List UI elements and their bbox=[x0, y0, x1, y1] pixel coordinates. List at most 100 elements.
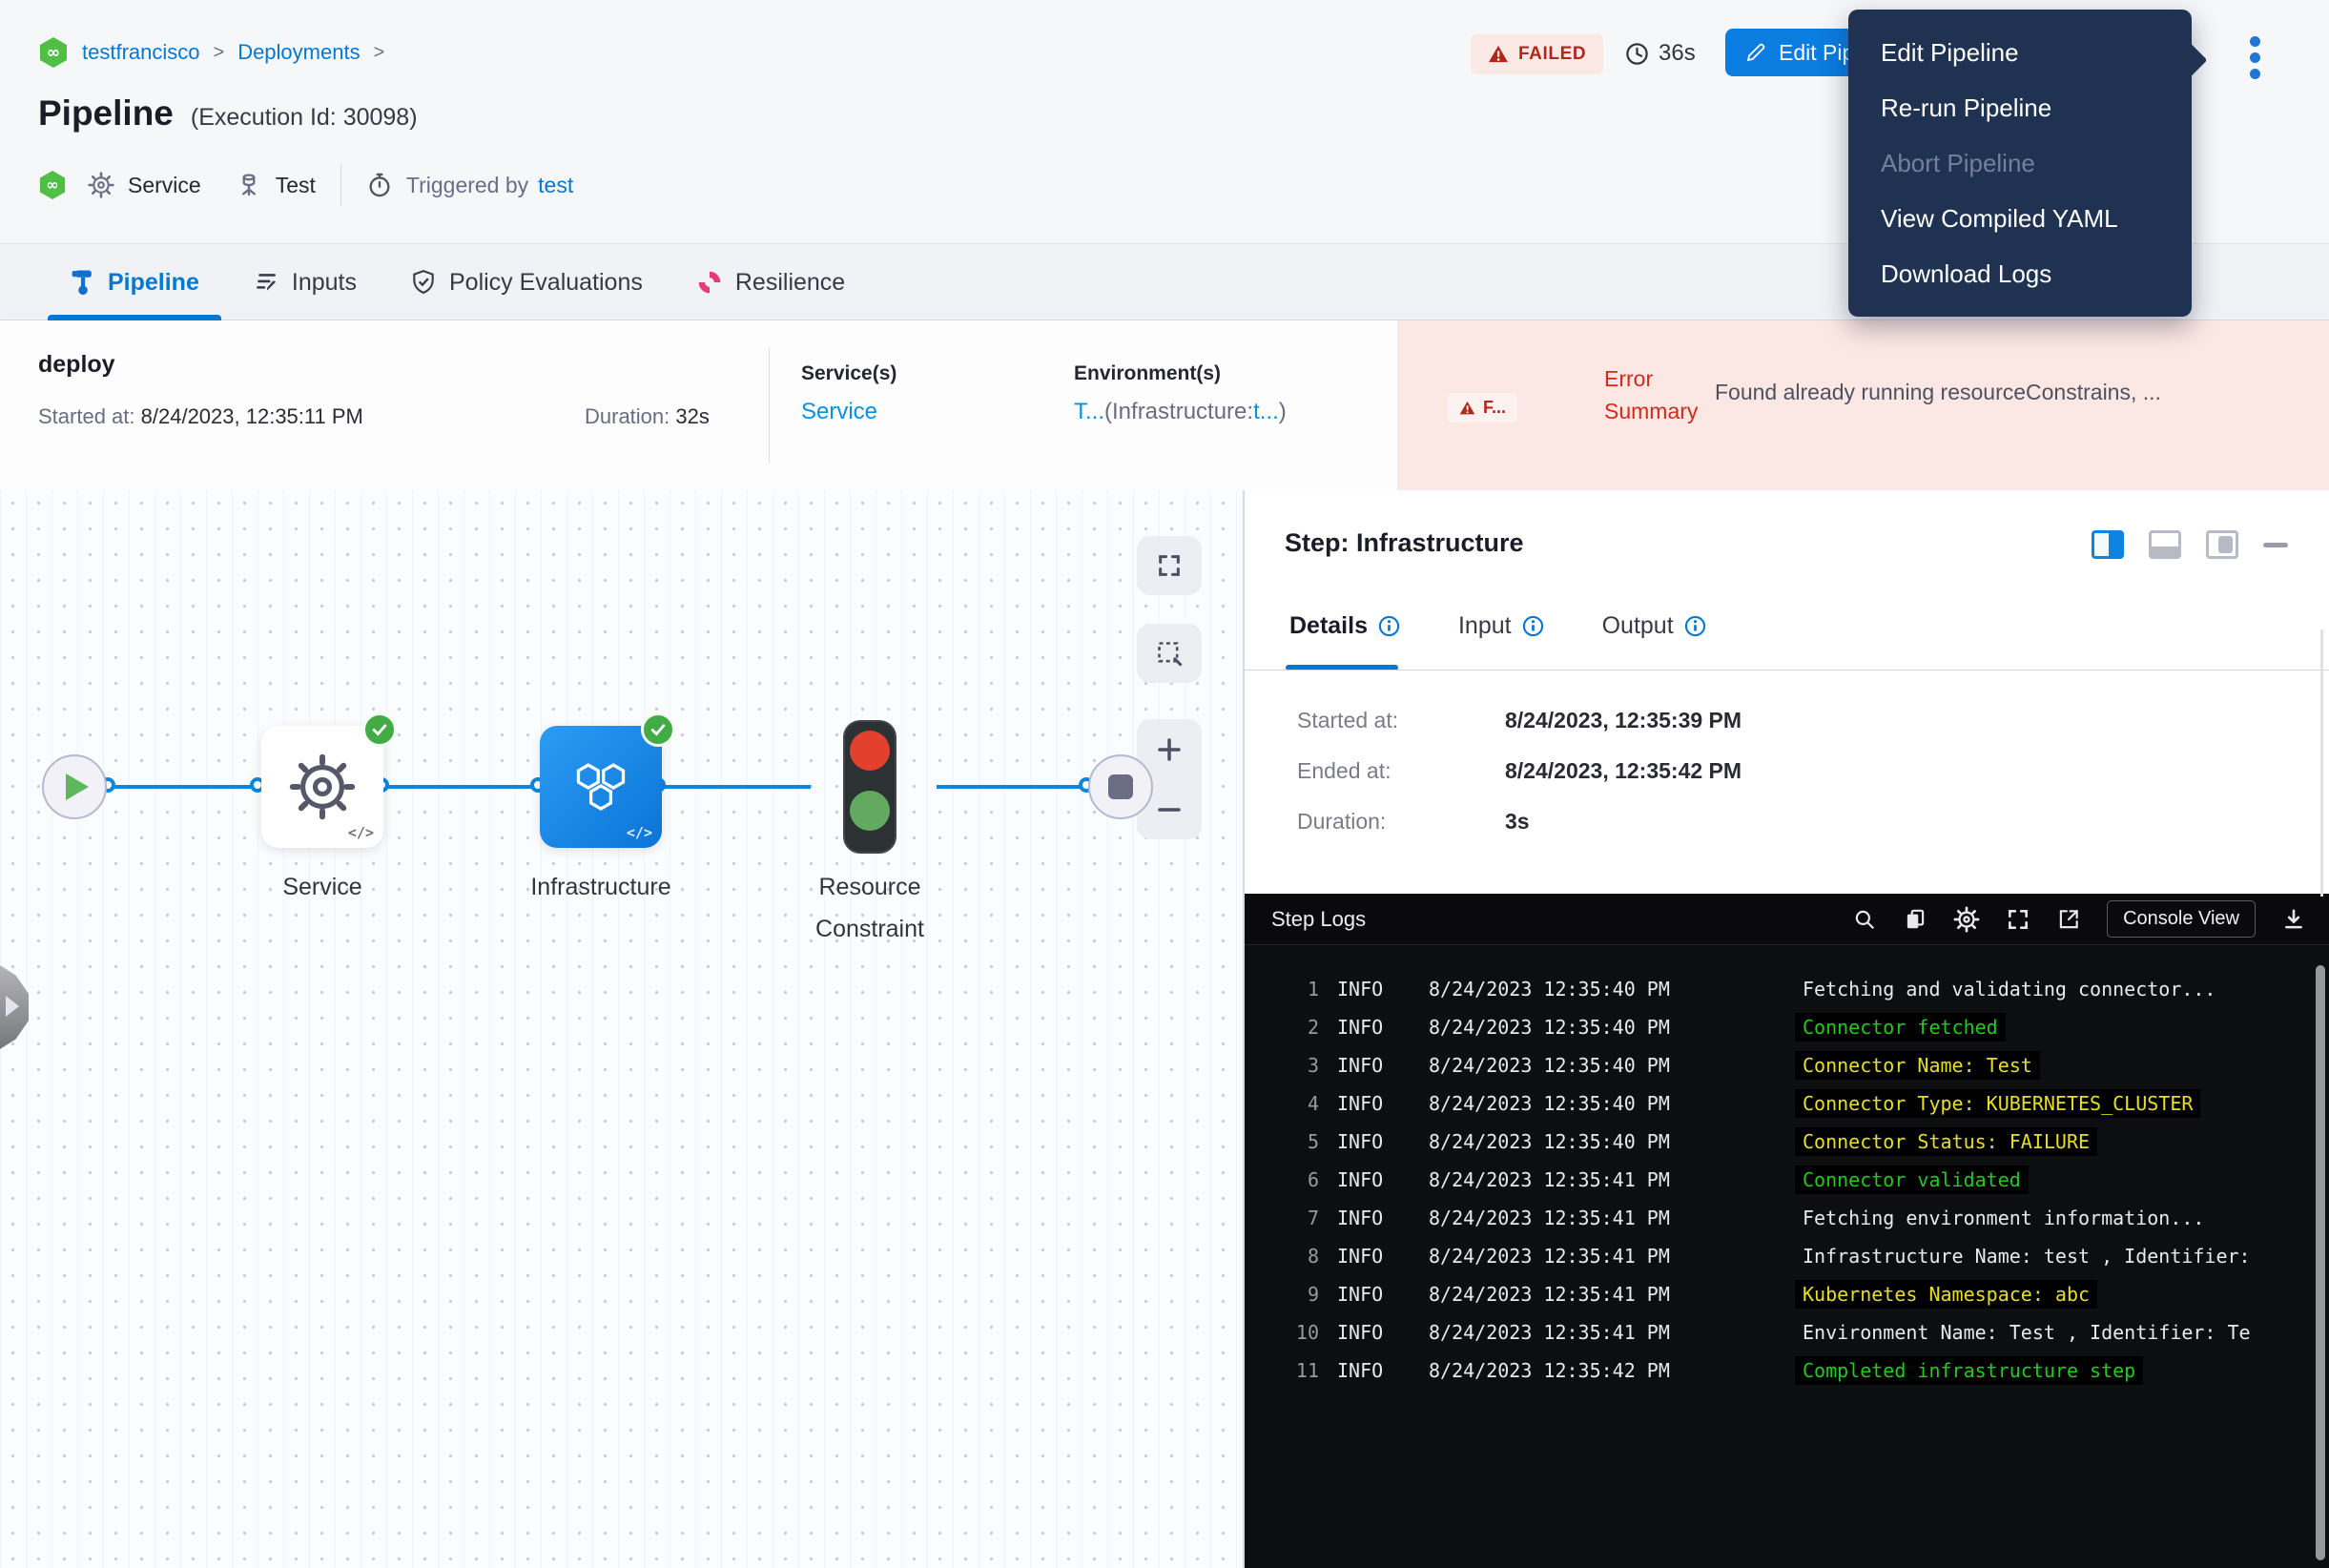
log-line: 7INFO8/24/2023 12:35:41 PMFetching envir… bbox=[1245, 1199, 2329, 1237]
elapsed-value: 36s bbox=[1659, 40, 1696, 67]
graph-edge bbox=[108, 785, 261, 789]
log-line: 11INFO8/24/2023 12:35:42 PMCompleted inf… bbox=[1245, 1351, 2329, 1390]
tab-label: Inputs bbox=[292, 269, 357, 297]
open-in-new-icon[interactable] bbox=[2056, 907, 2081, 932]
field-ended-at: Ended at:8/24/2023, 12:35:42 PM bbox=[1297, 758, 1742, 784]
log-line: 2INFO8/24/2023 12:35:40 PMConnector fetc… bbox=[1245, 1008, 2329, 1046]
hexagons-icon bbox=[567, 753, 634, 820]
triggered-by-user-link[interactable]: test bbox=[538, 173, 573, 198]
breadcrumb: ∞ testfrancisco > Deployments > bbox=[38, 36, 384, 69]
log-output[interactable]: 1INFO8/24/2023 12:35:40 PMFetching and v… bbox=[1245, 945, 2329, 1568]
svg-text:∞: ∞ bbox=[46, 175, 58, 194]
gear-icon[interactable] bbox=[1953, 906, 1980, 933]
tab-label: Pipeline bbox=[108, 269, 199, 297]
tab-input[interactable]: Input bbox=[1458, 612, 1545, 640]
kebab-menu-button[interactable] bbox=[2237, 31, 2272, 84]
log-line: 1INFO8/24/2023 12:35:40 PMFetching and v… bbox=[1245, 970, 2329, 1008]
step-details-panel: Step: Infrastructure Details Input Out bbox=[1245, 490, 2329, 1568]
step-detail-tabs: Details Input Output bbox=[1289, 612, 1707, 640]
clock-icon bbox=[1624, 41, 1650, 67]
minimize-panel-icon[interactable] bbox=[2263, 543, 2288, 547]
infrastructure-link[interactable]: t... bbox=[1253, 399, 1279, 424]
menu-item-download-logs[interactable]: Download Logs bbox=[1848, 246, 2192, 301]
success-check-badge bbox=[362, 712, 397, 747]
field-started-at: Started at:8/24/2023, 12:35:39 PM bbox=[1297, 708, 1742, 733]
harness-cd-icon: ∞ bbox=[38, 36, 69, 69]
pipeline-actions-menu: Edit Pipeline Re-run Pipeline Abort Pipe… bbox=[1848, 10, 2192, 317]
traffic-light-green bbox=[850, 791, 890, 831]
console-view-button[interactable]: Console View bbox=[2107, 900, 2256, 938]
pipeline-graph-canvas[interactable]: </> </> Service In bbox=[0, 490, 1245, 1568]
graph-edge bbox=[937, 785, 1089, 789]
node-resource-constraint[interactable] bbox=[843, 720, 897, 854]
node-label-resource-constraint: Resource Constraint bbox=[803, 866, 937, 950]
fullscreen-icon[interactable] bbox=[2006, 907, 2030, 932]
environment-link[interactable]: T... bbox=[1074, 399, 1104, 424]
panel-scrollbar-thumb[interactable] bbox=[2316, 965, 2325, 1560]
tab-label: Policy Evaluations bbox=[449, 269, 643, 297]
tab-resilience[interactable]: Resilience bbox=[696, 269, 845, 297]
pipeline-icon bbox=[70, 268, 95, 297]
info-icon[interactable] bbox=[1377, 614, 1401, 638]
services-column: Service(s) Service bbox=[801, 362, 897, 425]
environments-column: Environment(s) T...(Infrastructure:t...) bbox=[1074, 362, 1287, 425]
info-icon[interactable] bbox=[1683, 614, 1707, 638]
stage-failed-label: F... bbox=[1483, 398, 1506, 418]
info-icon[interactable] bbox=[1521, 614, 1545, 638]
download-icon[interactable] bbox=[2281, 907, 2306, 932]
stage-name: deploy bbox=[38, 351, 115, 379]
menu-item-edit-pipeline[interactable]: Edit Pipeline bbox=[1848, 25, 2192, 80]
environments-label: Environment(s) bbox=[1074, 362, 1287, 385]
pipeline-end-node[interactable] bbox=[1088, 754, 1153, 819]
detail-tabs-border bbox=[1245, 670, 2329, 671]
resilience-chaos-icon bbox=[696, 269, 723, 296]
gear-icon bbox=[88, 172, 114, 198]
tab-output[interactable]: Output bbox=[1602, 612, 1707, 640]
log-line: 10INFO8/24/2023 12:35:41 PMEnvironment N… bbox=[1245, 1313, 2329, 1351]
play-icon bbox=[66, 774, 89, 800]
stage-error-section bbox=[1397, 320, 2329, 490]
pipeline-start-node[interactable] bbox=[42, 754, 107, 819]
node-service[interactable]: </> bbox=[261, 726, 383, 848]
stopwatch-icon bbox=[366, 172, 393, 198]
pipeline-execution-screen: ∞ testfrancisco > Deployments > Pipeline… bbox=[0, 0, 2329, 1568]
step-logs-title: Step Logs bbox=[1271, 907, 1366, 932]
menu-item-abort-pipeline: Abort Pipeline bbox=[1848, 135, 2192, 191]
canvas-fullscreen-button[interactable] bbox=[1137, 536, 1202, 595]
layout-bottom-icon[interactable] bbox=[2149, 530, 2181, 559]
breadcrumb-deployments-link[interactable]: Deployments bbox=[237, 40, 360, 65]
tab-label: Resilience bbox=[735, 269, 845, 297]
tab-policy-evaluations[interactable]: Policy Evaluations bbox=[410, 269, 643, 297]
service-name-label: Service bbox=[128, 173, 201, 198]
log-line: 4INFO8/24/2023 12:35:40 PMConnector Type… bbox=[1245, 1084, 2329, 1123]
harness-cd-icon: ∞ bbox=[38, 170, 67, 200]
canvas-multiselect-button[interactable] bbox=[1137, 624, 1202, 683]
log-line: 5INFO8/24/2023 12:35:40 PMConnector Stat… bbox=[1245, 1123, 2329, 1161]
layout-split-right-icon[interactable] bbox=[2092, 530, 2124, 559]
tab-details[interactable]: Details bbox=[1289, 612, 1401, 640]
stage-summary-bar: deploy Started at: 8/24/2023, 12:35:11 P… bbox=[0, 320, 2329, 490]
menu-item-rerun-pipeline[interactable]: Re-run Pipeline bbox=[1848, 80, 2192, 135]
shield-check-icon bbox=[410, 269, 437, 297]
step-detail-fields: Started at:8/24/2023, 12:35:39 PM Ended … bbox=[1297, 708, 1742, 859]
node-infrastructure[interactable]: </> bbox=[540, 726, 662, 848]
panel-scrollbar-track[interactable] bbox=[2320, 629, 2323, 897]
menu-item-view-compiled-yaml[interactable]: View Compiled YAML bbox=[1848, 191, 2192, 246]
triggered-by-label: Triggered by bbox=[406, 173, 528, 198]
service-link[interactable]: Service bbox=[801, 399, 877, 424]
graph-edge bbox=[383, 785, 542, 789]
breadcrumb-project-link[interactable]: testfrancisco bbox=[82, 40, 200, 65]
breadcrumb-separator: > bbox=[214, 42, 225, 64]
execution-id: (Execution Id: 30098) bbox=[191, 104, 418, 132]
svg-text:∞: ∞ bbox=[47, 44, 60, 63]
field-duration: Duration:3s bbox=[1297, 809, 1742, 835]
step-logs-header: Step Logs bbox=[1245, 894, 2329, 945]
search-icon[interactable] bbox=[1852, 907, 1877, 932]
layout-floating-icon[interactable] bbox=[2206, 530, 2238, 559]
log-line: 8INFO8/24/2023 12:35:41 PMInfrastructure… bbox=[1245, 1237, 2329, 1275]
tab-pipeline[interactable]: Pipeline bbox=[70, 268, 199, 297]
environment-icon bbox=[236, 172, 262, 198]
tab-inputs[interactable]: Inputs bbox=[253, 269, 357, 297]
copy-icon[interactable] bbox=[1903, 907, 1927, 932]
node-label-infrastructure: Infrastructure bbox=[505, 866, 696, 908]
